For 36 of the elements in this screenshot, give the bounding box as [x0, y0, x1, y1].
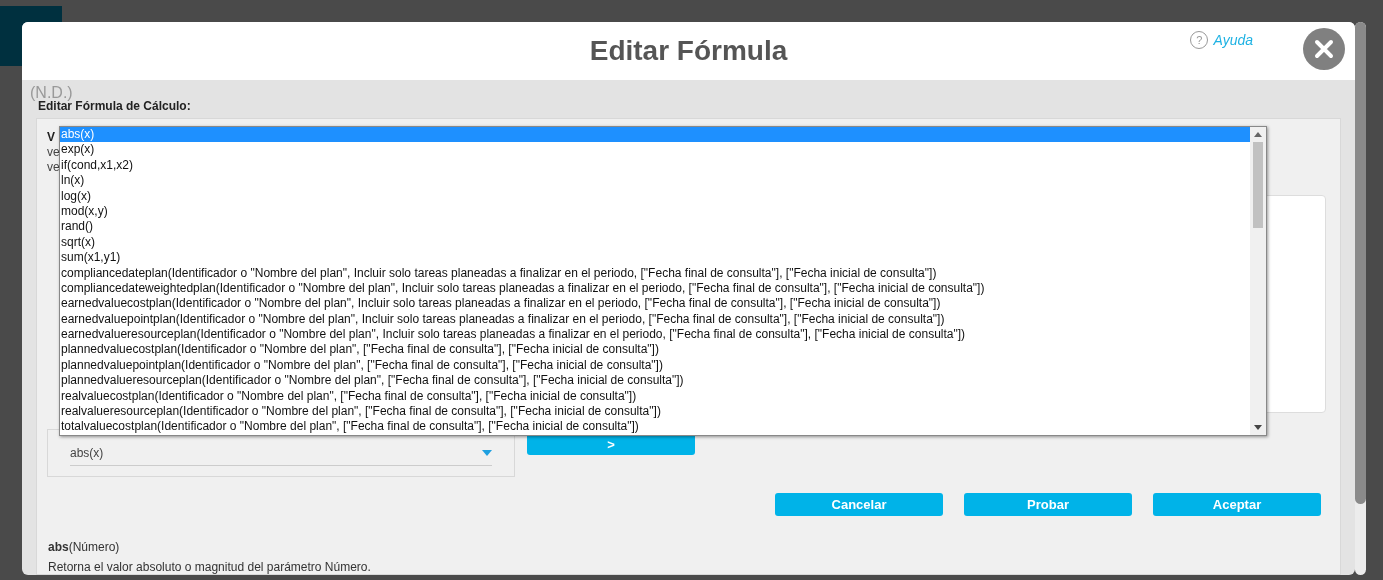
dropdown-option[interactable]: compliancedateplan(Identificador o "Nombre del plan", Incluir solo tareas planeadas a finalizar en el periodo, ["Fecha final de consulta"], ["Fecha inicial de consulta"])	[60, 265, 1250, 281]
dropdown-option[interactable]: rand()	[60, 219, 1250, 235]
dropdown-option[interactable]: plannedvaluepointplan(Identificador o "Nombre del plan", ["Fecha final de consulta"], ["Fecha inicial de consulta"])	[60, 357, 1250, 374]
dropdown-option[interactable]: realvalueresourceplan(Identificador o "Nombre del plan", ["Fecha final de consulta"], ["Fecha inicial de consulta"])	[60, 404, 1250, 420]
dropdown-option[interactable]: exp(x)	[60, 142, 1250, 158]
function-signature: abs(Número)	[48, 540, 121, 554]
dropdown-option[interactable]: if(cond,x1,x2)	[60, 157, 1250, 174]
variables-heading: V	[47, 129, 55, 145]
badge-text: (N.D.)	[30, 84, 73, 101]
dropdown-option[interactable]: sqrt(x)	[60, 234, 1250, 251]
window-title: Editar Fórmula	[589, 35, 788, 67]
scrollbar[interactable]	[1250, 127, 1266, 435]
page-scrollbar[interactable]	[1355, 22, 1366, 575]
variable-text: ve	[47, 160, 60, 175]
function-select[interactable]: abs(x)	[70, 440, 492, 466]
close-icon	[1314, 39, 1334, 59]
dropdown-option[interactable]: plannedvalueresourceplan(Identificador o "Nombre del plan", ["Fecha final de consulta"], ["Fecha inicial de consulta"])	[60, 373, 1250, 389]
caret-icon	[482, 449, 492, 456]
dropdown-option[interactable]: ln(x)	[60, 173, 1250, 189]
dropdown-option[interactable]: realvaluecostplan(Identificador o "Nombre del plan", ["Fecha final de consulta"], ["Fecha inicial de consulta"])	[60, 388, 1250, 405]
dropdown-option[interactable]: earnedvaluecostplan(Identificador o "Nombre del plan", Incluir solo tareas planeadas a finalizar en el periodo, ["Fecha final de consulta"], ["Fecha inicial de consulta"])	[60, 296, 1250, 312]
scroll-up-icon[interactable]	[1254, 132, 1262, 137]
close-button[interactable]	[1303, 28, 1345, 70]
dropdown-option[interactable]: earnedvaluepointplan(Identificador o "Nombre del plan", Incluir solo tareas planeadas a finalizar en el periodo, ["Fecha final de consulta"], ["Fecha inicial de consulta"])	[60, 311, 1250, 328]
scrollbar-thumb[interactable]	[1253, 142, 1263, 228]
function-description: Retorna el valor absoluto o magnitud del parámetro Número.	[48, 560, 372, 574]
dropdown-option[interactable]: compliancedateweightedplan(Identificador o "Nombre del plan", Incluir solo tareas planeadas a finalizar en el periodo, ["Fecha final de consulta"], ["Fecha inicial de consulta"])	[60, 280, 1250, 297]
dropdown-option[interactable]: mod(x,y)	[60, 203, 1250, 220]
dropdown-option[interactable]: plannedvaluecostplan(Identificador o "Nombre del plan", ["Fecha final de consulta"], ["Fecha inicial de consulta"])	[60, 342, 1250, 358]
dropdown-option[interactable]: sum(x1,y1)	[60, 250, 1250, 266]
variable-text: ve	[47, 145, 60, 160]
section-label: Editar Fórmula de Cálculo:	[38, 99, 192, 113]
dropdown-option[interactable]: totalvaluecostplan(Identificador o "Nombre del plan", ["Fecha final de consulta"], ["Fecha inicial de consulta"])	[60, 419, 1250, 435]
scroll-down-icon[interactable]	[1254, 425, 1262, 430]
dropdown-option[interactable]: earnedvalueresourceplan(Identificador o "Nombre del plan", Incluir solo tareas planeadas a finalizar en el periodo, ["Fecha final de consulta"], ["Fecha inicial de consulta"])	[60, 327, 1250, 343]
dropdown-option[interactable]: log(x)	[60, 188, 1250, 204]
